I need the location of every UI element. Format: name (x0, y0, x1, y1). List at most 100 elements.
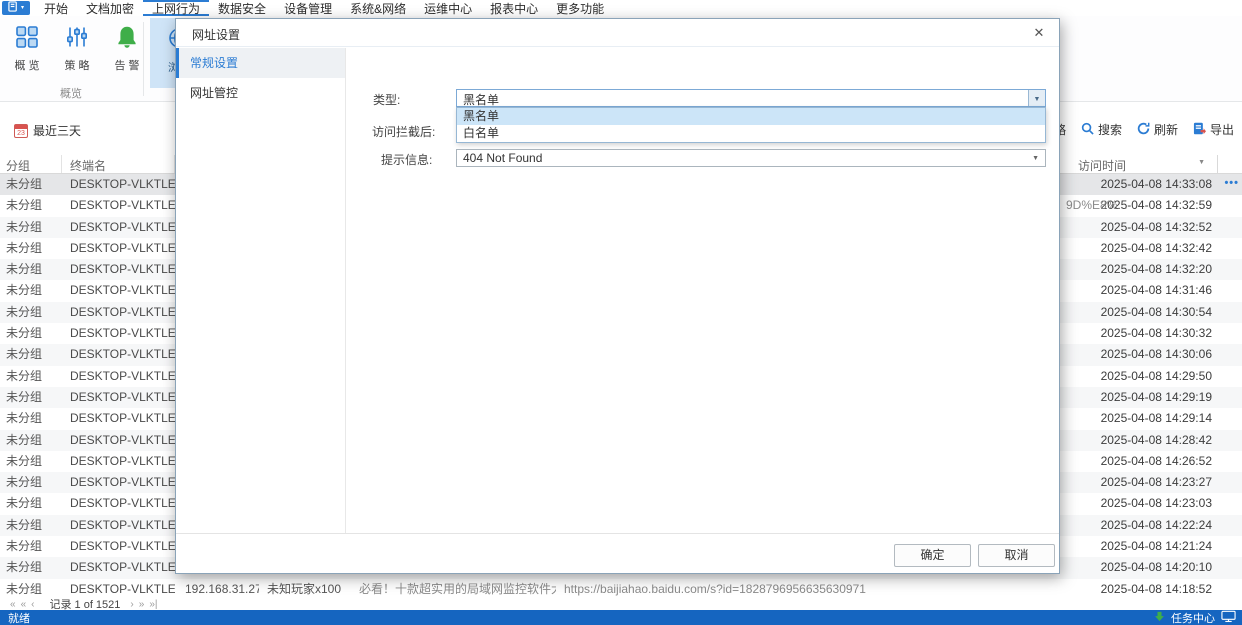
cell-actions (1218, 493, 1242, 514)
pagination-prev-icon-3[interactable]: ‹ (31, 599, 34, 610)
cell-actions (1218, 430, 1242, 451)
cell-group: 未分组 (0, 557, 62, 578)
dialog-footer-divider (176, 533, 1059, 534)
date-range-filter[interactable]: 23 最近三天 (14, 122, 81, 139)
column-header-actions (1218, 155, 1242, 173)
ribbon-button-label: 告 警 (114, 57, 139, 73)
column-header-terminal[interactable]: 终端名 (62, 155, 175, 173)
tab-9[interactable]: 更多功能 (547, 0, 613, 16)
cell-time: 2025-04-08 14:28:42 (1060, 430, 1218, 451)
cell-time: 2025-04-08 14:29:50 (1060, 366, 1218, 387)
monitor-icon[interactable] (1221, 610, 1236, 625)
pagination-next-icon-3[interactable]: »| (149, 599, 157, 610)
table-row[interactable]: 未分组DESKTOP-VLKTLE1192.168.31.27未知玩家x100必… (0, 579, 1242, 600)
toolbar-action-3[interactable]: 刷新 (1137, 121, 1178, 138)
cell-actions (1218, 280, 1242, 301)
cell-terminal: DESKTOP-VLKTLE1 (62, 515, 175, 536)
cell-group: 未分组 (0, 472, 62, 493)
cell-actions (1218, 366, 1242, 387)
cell-terminal: DESKTOP-VLKTLE1 (62, 259, 175, 280)
cell-terminal: DESKTOP-VLKTLE1 (62, 323, 175, 344)
pagination-prev-icon-2[interactable]: « (21, 599, 27, 610)
cell-terminal: DESKTOP-VLKTLE1 (62, 174, 175, 195)
cell-terminal: DESKTOP-VLKTLE1 (62, 430, 175, 451)
dialog-title: 网址设置 (192, 26, 240, 43)
tip-select[interactable]: 404 Not Found ▼ (456, 149, 1046, 167)
row-actions-dots-icon[interactable]: ••• (1224, 173, 1239, 194)
dialog-sidebar-item-2[interactable]: 网址管控 (176, 78, 345, 108)
pagination-next-icon-1[interactable]: › (130, 599, 133, 610)
tab-1[interactable]: 开始 (35, 0, 77, 16)
grid-icon (15, 25, 39, 52)
cell-group: 未分组 (0, 217, 62, 238)
cell-terminal: DESKTOP-VLKTLE1 (62, 451, 175, 472)
cell-terminal: DESKTOP-VLKTLE1 (62, 344, 175, 365)
cell-group: 未分组 (0, 366, 62, 387)
cell-terminal: DESKTOP-VLKTLE1 (62, 238, 175, 259)
app-menu-button[interactable]: ▾ (2, 1, 30, 15)
cell-terminal: DESKTOP-VLKTLE1 (62, 536, 175, 557)
cell-group: 未分组 (0, 536, 62, 557)
tab-4[interactable]: 数据安全 (209, 0, 275, 16)
cell-actions (1218, 557, 1242, 578)
cell-terminal: DESKTOP-VLKTLE1 (62, 302, 175, 323)
tab-7[interactable]: 运维中心 (415, 0, 481, 16)
toolbar-action-2[interactable]: 搜索 (1081, 121, 1122, 138)
cell-time: 2025-04-08 14:32:20 (1060, 259, 1218, 280)
cell-actions (1218, 451, 1242, 472)
cell-terminal: DESKTOP-VLKTLE1 (62, 280, 175, 301)
toolbar-action-label: 搜索 (1098, 121, 1122, 138)
refresh-icon (1137, 122, 1150, 138)
dialog-sidebar-item-1[interactable]: 常规设置 (176, 48, 345, 78)
ribbon-group-divider (143, 22, 144, 96)
ribbon-button-2[interactable]: 策 略 (58, 22, 96, 73)
pagination-prev-icon-1[interactable]: « (10, 599, 16, 610)
date-range-filter-label: 最近三天 (33, 122, 81, 139)
type-select[interactable]: 黑名单 ▼ (456, 89, 1046, 107)
ribbon-group-label: 概览 (0, 85, 142, 101)
tab-5[interactable]: 设备管理 (275, 0, 341, 16)
column-header-time[interactable]: 访问时间 ▼ (1060, 155, 1218, 173)
ribbon-button-3[interactable]: 告 警 (108, 22, 146, 73)
cell-actions (1218, 408, 1242, 429)
column-header-group[interactable]: 分组 (0, 155, 62, 173)
dropdown-option-1[interactable]: 黑名单 (457, 108, 1045, 125)
cell-group: 未分组 (0, 323, 62, 344)
cell-terminal: DESKTOP-VLKTLE1 (62, 387, 175, 408)
cancel-button[interactable]: 取消 (978, 544, 1055, 567)
cell-terminal: DESKTOP-VLKTLE1 (62, 217, 175, 238)
chevron-down-icon: ▼ (1032, 155, 1039, 163)
ribbon-group-overview: 概 览策 略告 警 (8, 22, 146, 73)
dropdown-option-2[interactable]: 白名单 (457, 125, 1045, 142)
dialog-title-bar: 网址设置 ✕ (176, 19, 1059, 47)
tab-3[interactable]: 上网行为 (143, 0, 209, 16)
tip-label: 提示信息: (381, 151, 432, 168)
pagination-prev-group: « « ‹ (10, 598, 39, 610)
cell-time: 2025-04-08 14:20:10 (1060, 557, 1218, 578)
ribbon-button-1[interactable]: 概 览 (8, 22, 46, 73)
cell-group: 未分组 (0, 238, 62, 259)
ribbon-button-label: 策 略 (64, 57, 89, 73)
close-icon[interactable]: ✕ (1029, 24, 1049, 42)
filter-caret-icon[interactable]: ▼ (1198, 159, 1205, 166)
toolbar-action-4[interactable]: 导出 (1193, 121, 1234, 138)
cell-group: 未分组 (0, 451, 62, 472)
cell-terminal: DESKTOP-VLKTLE1 (62, 408, 175, 429)
combo-dropdown-button[interactable]: ▼ (1028, 90, 1045, 106)
cell-time: 2025-04-08 14:22:24 (1060, 515, 1218, 536)
app-window: ▾ 开始文档加密上网行为数据安全设备管理系统&网络运维中心报表中心更多功能 概 … (0, 0, 1242, 625)
ok-button[interactable]: 确定 (894, 544, 971, 567)
task-center-button[interactable]: 任务中心 (1171, 610, 1215, 625)
tab-6[interactable]: 系统&网络 (341, 0, 415, 16)
cell-title: 必看！十款超实用的局域网监控软件大盘点 (351, 579, 556, 600)
cell-group: 未分组 (0, 387, 62, 408)
cell-time: 2025-04-08 14:18:52 (1060, 579, 1218, 600)
tab-2[interactable]: 文档加密 (77, 0, 143, 16)
chevron-down-icon: ▾ (21, 5, 24, 11)
cell-terminal: DESKTOP-VLKTLE1 (62, 195, 175, 216)
cell-time: 2025-04-08 14:33:08 (1060, 174, 1218, 195)
cell-actions (1218, 515, 1242, 536)
pagination-next-icon-2[interactable]: » (139, 599, 145, 610)
cell-url-tail: 9D%E8%... (1066, 195, 1127, 216)
tab-8[interactable]: 报表中心 (481, 0, 547, 16)
